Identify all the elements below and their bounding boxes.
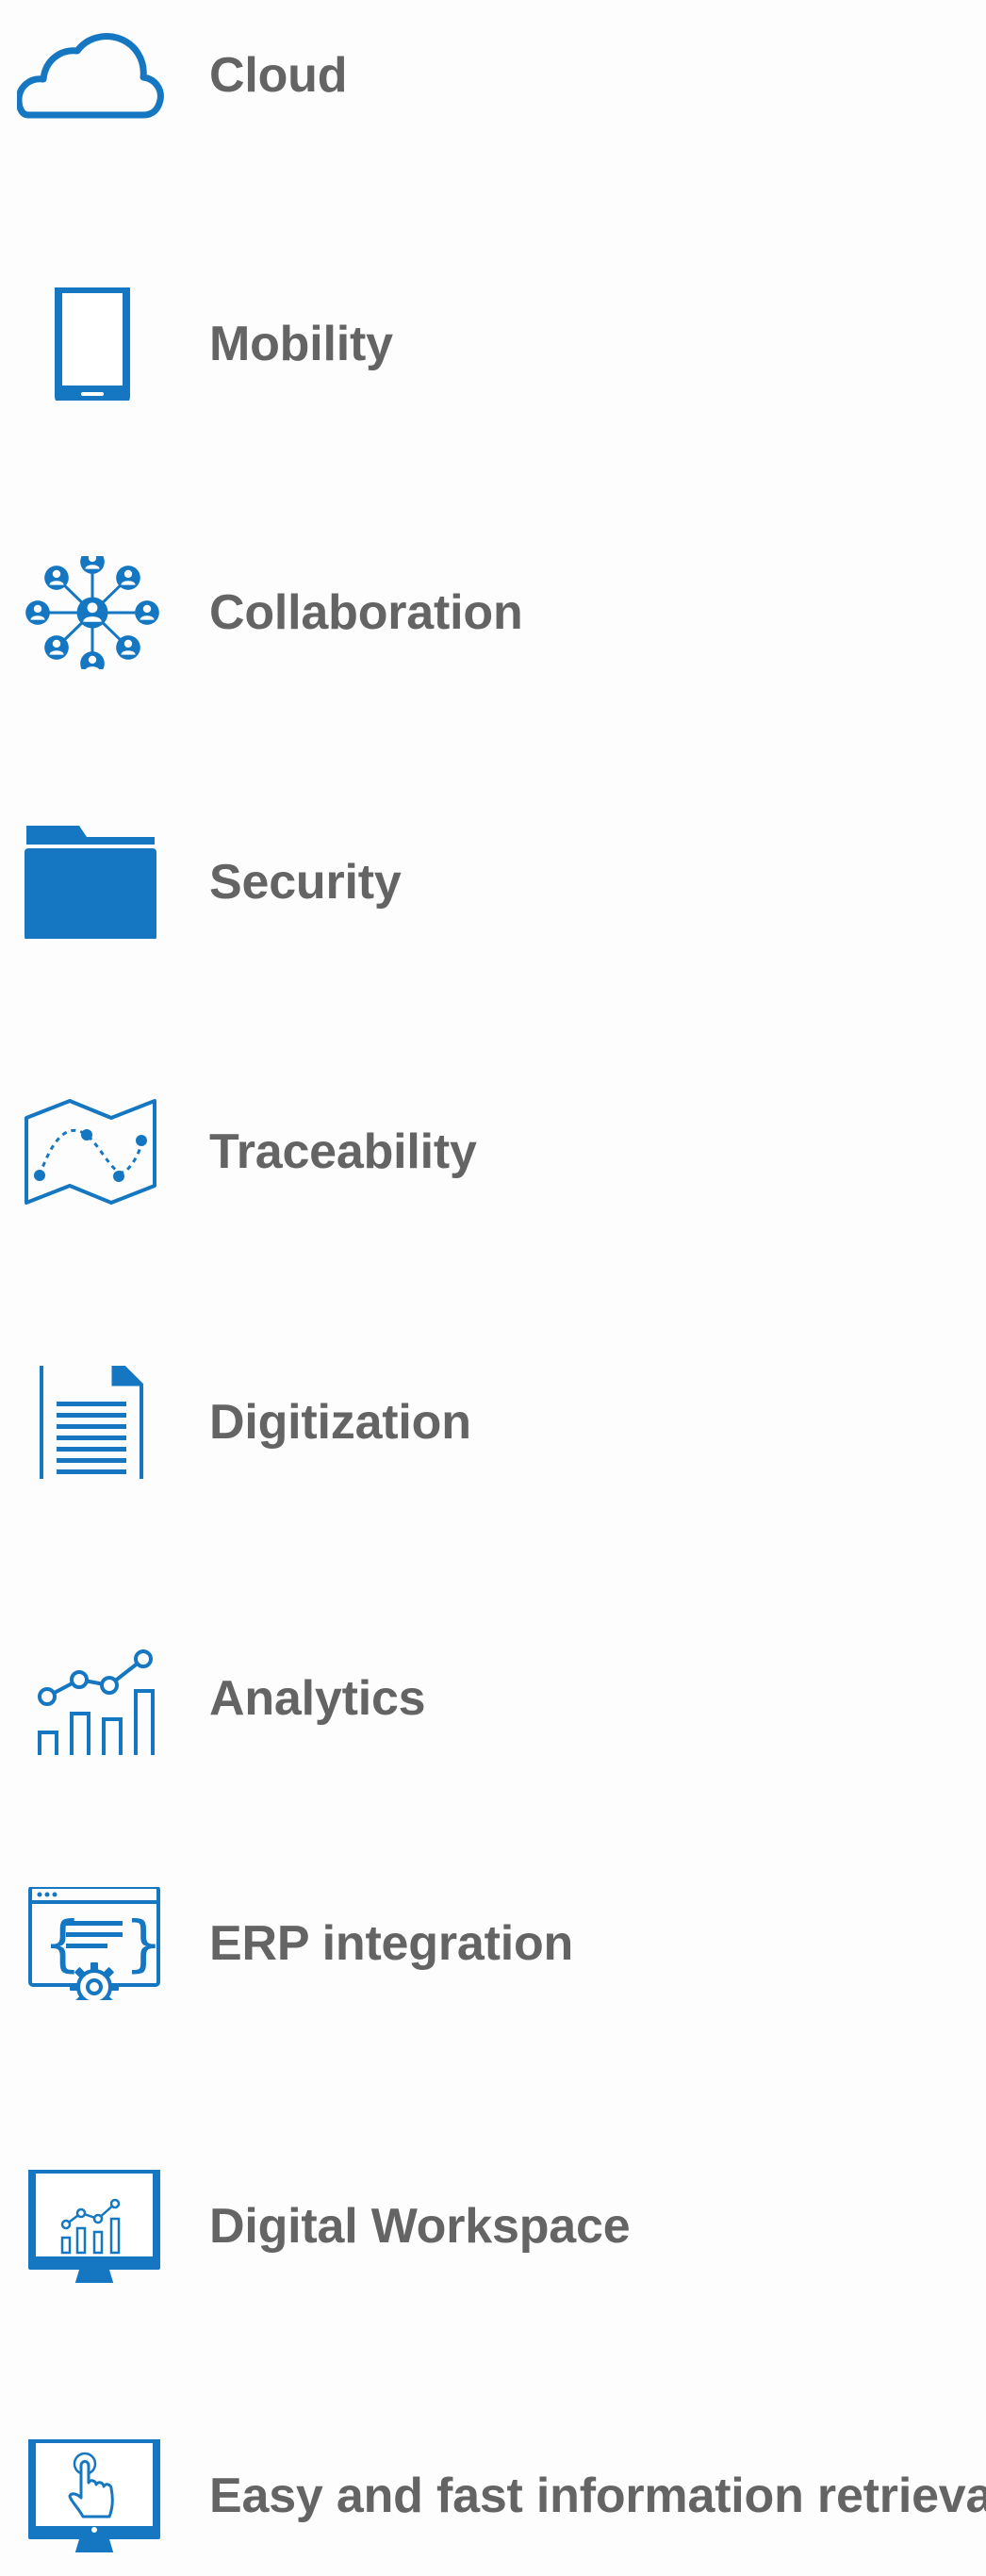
document-icon (17, 1366, 164, 1479)
feature-label: Traceability (209, 1124, 477, 1179)
feature-item-cloud: Cloud (0, 0, 986, 156)
svg-text:}: } (124, 1910, 163, 1979)
feature-item-digital-workspace: Digital Workspace (0, 2146, 986, 2306)
people-network-icon (17, 556, 164, 669)
feature-label: Digitization (209, 1395, 471, 1450)
feature-item-security: Security (0, 802, 986, 962)
feature-label: Mobility (209, 317, 393, 371)
cloud-icon (17, 19, 164, 132)
monitor-chart-icon (17, 2170, 164, 2283)
feature-item-information-retrieval: Easy and fast information retrieval (0, 2416, 986, 2576)
feature-label: Security (209, 855, 402, 910)
feature-item-digitization: Digitization (0, 1342, 986, 1502)
smartphone-icon (17, 287, 164, 401)
feature-label: Easy and fast information retrieval (209, 2469, 986, 2523)
feature-label: Cloud (209, 48, 348, 103)
touch-screen-icon (17, 2439, 164, 2552)
analytics-chart-icon (17, 1642, 164, 1755)
feature-label: Analytics (209, 1671, 426, 1726)
feature-item-collaboration: Collaboration (0, 533, 986, 693)
feature-label: ERP integration (209, 1916, 574, 1971)
feature-item-analytics: Analytics (0, 1618, 986, 1779)
map-route-icon (17, 1095, 164, 1208)
feature-item-erp-integration: { } ERP integration (0, 1863, 986, 2024)
feature-label: Collaboration (209, 585, 523, 640)
feature-item-mobility: Mobility (0, 264, 986, 424)
feature-label: Digital Workspace (209, 2199, 631, 2254)
folder-icon (17, 826, 164, 939)
feature-list: Cloud Mobility Collaboration Security Tr… (0, 0, 986, 2557)
feature-item-traceability: Traceability (0, 1072, 986, 1232)
erp-gear-window-icon: { } (17, 1887, 164, 2000)
